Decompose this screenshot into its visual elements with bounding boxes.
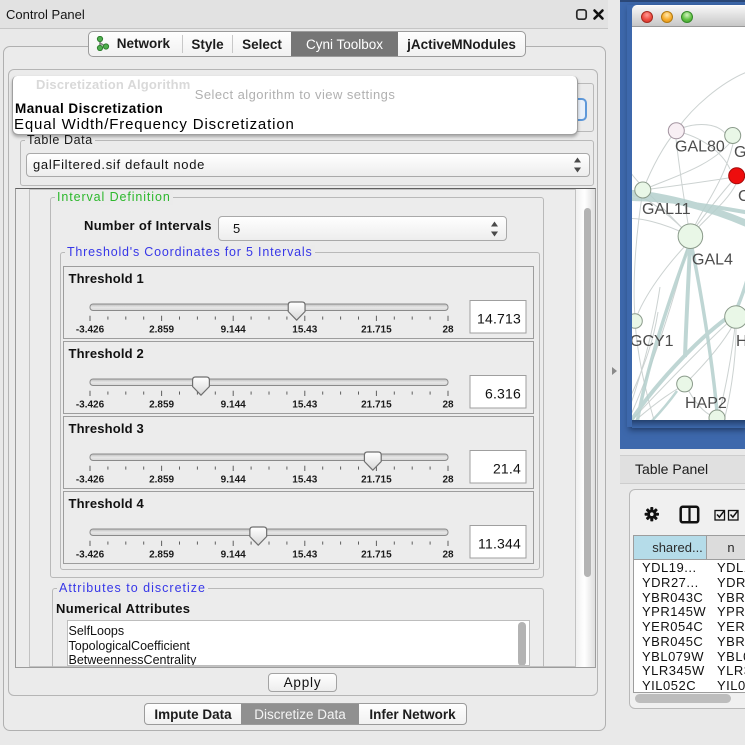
- svg-text:GAL11: GAL11: [642, 201, 691, 218]
- svg-text:GCY1: GCY1: [632, 333, 674, 350]
- svg-text:GA: GA: [734, 144, 745, 161]
- svg-text:HAP2: HAP2: [685, 395, 727, 412]
- svg-text:GAL80: GAL80: [675, 139, 725, 156]
- svg-text:GAL4: GAL4: [692, 252, 733, 269]
- svg-text:H: H: [736, 333, 745, 350]
- svg-text:C: C: [738, 188, 745, 205]
